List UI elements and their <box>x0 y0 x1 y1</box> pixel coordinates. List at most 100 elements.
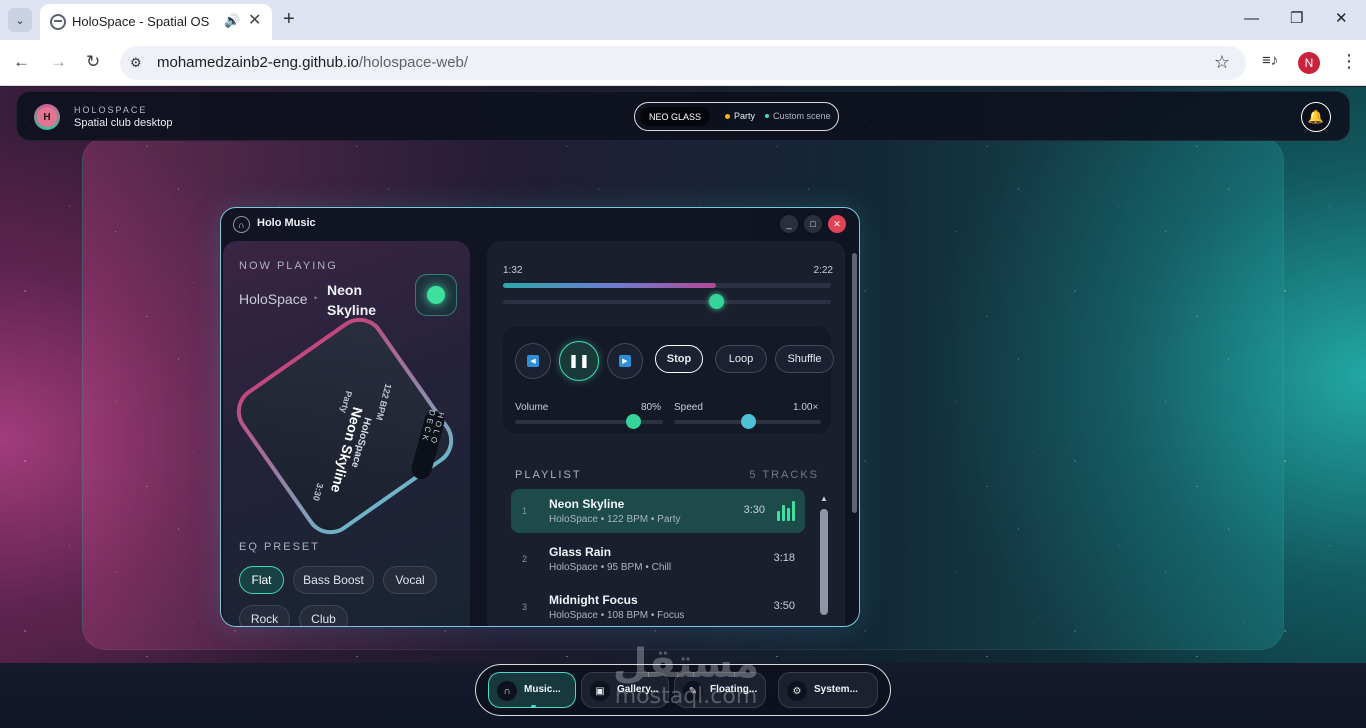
track-duration: 3:18 <box>773 552 795 564</box>
minimize-window-icon[interactable]: _ <box>780 215 798 233</box>
progress-bar <box>503 283 831 288</box>
pause-button[interactable]: ❚❚ <box>559 341 599 381</box>
browser-toolbar: ← → ↻ ⚙ mohamedzainb2-eng.github.io/holo… <box>0 40 1366 86</box>
browser-menu-icon[interactable]: ⋮ <box>1340 51 1358 71</box>
forward-icon[interactable]: → <box>50 52 67 72</box>
restore-icon[interactable]: ❐ <box>1290 10 1303 28</box>
window-titlebar[interactable]: ∩ Holo Music _ □ ✕ <box>221 208 859 240</box>
volume-slider[interactable] <box>515 414 663 429</box>
loop-button[interactable]: Loop <box>715 345 767 373</box>
theme-chip[interactable]: NEO GLASS <box>640 107 710 126</box>
window-scrollbar[interactable] <box>852 253 857 513</box>
bookmark-star-icon[interactable]: ☆ <box>1214 52 1230 73</box>
dock-item-music[interactable]: ∩ Music... <box>488 672 576 708</box>
track-duration: 3:50 <box>773 600 795 612</box>
playlist-row[interactable]: 3 Midnight Focus HoloSpace • 108 BPM • F… <box>511 585 805 626</box>
eq-preset-flat[interactable]: Flat <box>239 566 284 594</box>
scene-custom[interactable]: Custom scene <box>773 111 831 121</box>
volume-handle[interactable] <box>626 414 642 429</box>
speed-slider[interactable] <box>674 414 821 429</box>
dock-label: Floating... <box>710 684 758 695</box>
top-bar: H HOLOSPACE Spatial club desktop NEO GLA… <box>16 91 1350 141</box>
deck-duration: 3:30 <box>310 482 326 502</box>
dock-label: Music... <box>524 684 561 695</box>
globe-icon <box>50 14 66 30</box>
track-number: 1 <box>522 506 528 516</box>
equalizer-bars-icon <box>777 501 795 521</box>
scene-selector[interactable]: NEO GLASS Party Custom scene <box>634 102 839 131</box>
pause-icon: ❚❚ <box>568 353 590 368</box>
dock-item-gallery[interactable]: ▣ Gallery... <box>581 672 669 708</box>
shuffle-button[interactable]: Shuffle <box>775 345 834 373</box>
playlist-scrollbar[interactable] <box>820 509 828 615</box>
tab-title: HoloSpace - Spatial OS <box>72 14 210 29</box>
playlist-count: 5 TRACKS <box>749 469 819 481</box>
speed-value: 1.00× <box>793 402 819 413</box>
player-panel: 1:32 2:22 ◀ ❚❚ ▶ Stop Loop Shuffle Volum… <box>487 241 845 626</box>
track-duration: 3:30 <box>743 504 765 516</box>
seek-handle[interactable] <box>709 294 725 309</box>
stop-button[interactable]: Stop <box>655 345 703 373</box>
track-meta: HoloSpace • 122 BPM • Party <box>549 514 681 525</box>
close-tab-icon[interactable]: ✕ <box>248 12 261 30</box>
progress-fill <box>503 283 717 288</box>
tab-search-icon[interactable]: ⌄ <box>8 8 32 32</box>
dock-item-floating[interactable]: ✎ Floating... <box>674 672 766 708</box>
time-current: 1:32 <box>503 265 523 276</box>
gallery-icon: ▣ <box>590 681 610 701</box>
now-playing-panel: NOW PLAYING HoloSpace • Neon Skyline Neo… <box>223 241 470 626</box>
eq-preset-bass-boost[interactable]: Bass Boost <box>293 566 374 594</box>
scroll-up-icon[interactable]: ▲ <box>820 494 828 503</box>
bell-icon[interactable]: 🔔 <box>1301 102 1331 132</box>
scene-party[interactable]: Party <box>734 111 755 121</box>
volume-label: Volume <box>515 402 549 413</box>
seek-slider[interactable] <box>503 294 831 309</box>
site-info-icon[interactable]: ⚙ <box>130 55 142 71</box>
dock-item-system[interactable]: ⚙ System... <box>778 672 878 708</box>
brand-subtitle: Spatial club desktop <box>74 117 173 129</box>
close-window-button[interactable]: ✕ <box>828 215 846 233</box>
now-playing-artist: HoloSpace <box>239 291 308 307</box>
note-icon: ✎ <box>683 681 703 701</box>
back-icon[interactable]: ← <box>13 52 30 72</box>
track-meta: HoloSpace • 95 BPM • Chill <box>549 562 672 573</box>
next-button[interactable]: ▶ <box>607 343 643 379</box>
custom-dot-icon <box>765 114 769 118</box>
track-title: Glass Rain <box>549 545 612 559</box>
volume-value: 80% <box>641 402 662 413</box>
eq-preset-vocal[interactable]: Vocal <box>383 566 437 594</box>
playlist-row[interactable]: 2 Glass Rain HoloSpace • 95 BPM • Chill … <box>511 537 805 581</box>
speed-handle[interactable] <box>740 414 756 429</box>
maximize-window-icon[interactable]: □ <box>804 215 822 233</box>
headphones-icon: ∩ <box>497 681 517 701</box>
track-number: 2 <box>522 554 528 564</box>
track-title: Neon Skyline <box>549 497 625 511</box>
track-number: 3 <box>522 602 528 612</box>
music-window: ∩ Holo Music _ □ ✕ NOW PLAYING HoloSpace… <box>220 207 860 627</box>
logo: H <box>34 104 60 130</box>
playlist-row[interactable]: 1 Neon Skyline HoloSpace • 122 BPM • Par… <box>511 489 805 533</box>
profile-avatar[interactable]: N <box>1298 52 1320 74</box>
track-meta: HoloSpace • 108 BPM • Focus <box>549 610 685 621</box>
next-icon: ▶ <box>619 355 631 367</box>
reload-icon[interactable]: ↻ <box>86 52 100 72</box>
address-bar[interactable]: ⚙ mohamedzainb2-eng.github.io/holospace-… <box>120 46 1246 80</box>
eq-preset-club[interactable]: Club <box>299 605 348 626</box>
holospace-page: H HOLOSPACE Spatial club desktop NEO GLA… <box>0 87 1366 728</box>
new-tab-icon[interactable]: + <box>283 8 295 30</box>
close-window-icon[interactable]: ✕ <box>1335 10 1348 28</box>
browser-tab-strip: ⌄ HoloSpace - Spatial OS 🔊 ✕ + — ❐ ✕ <box>0 0 1366 40</box>
previous-button[interactable]: ◀ <box>515 343 551 379</box>
active-indicator <box>531 705 536 708</box>
minimize-icon[interactable]: — <box>1244 10 1259 28</box>
media-controls-icon[interactable]: ≡♪ <box>1262 52 1278 69</box>
track-title: Midnight Focus <box>549 593 638 607</box>
eq-preset-rock[interactable]: Rock <box>239 605 290 626</box>
orb-icon <box>427 286 445 304</box>
speaker-icon[interactable]: 🔊 <box>224 13 240 29</box>
brand-name: HOLOSPACE <box>74 105 148 115</box>
time-total: 2:22 <box>813 265 833 276</box>
browser-tab[interactable]: HoloSpace - Spatial OS 🔊 ✕ <box>40 4 272 40</box>
visualizer-toggle[interactable] <box>415 274 457 316</box>
window-title: Holo Music <box>257 217 316 229</box>
